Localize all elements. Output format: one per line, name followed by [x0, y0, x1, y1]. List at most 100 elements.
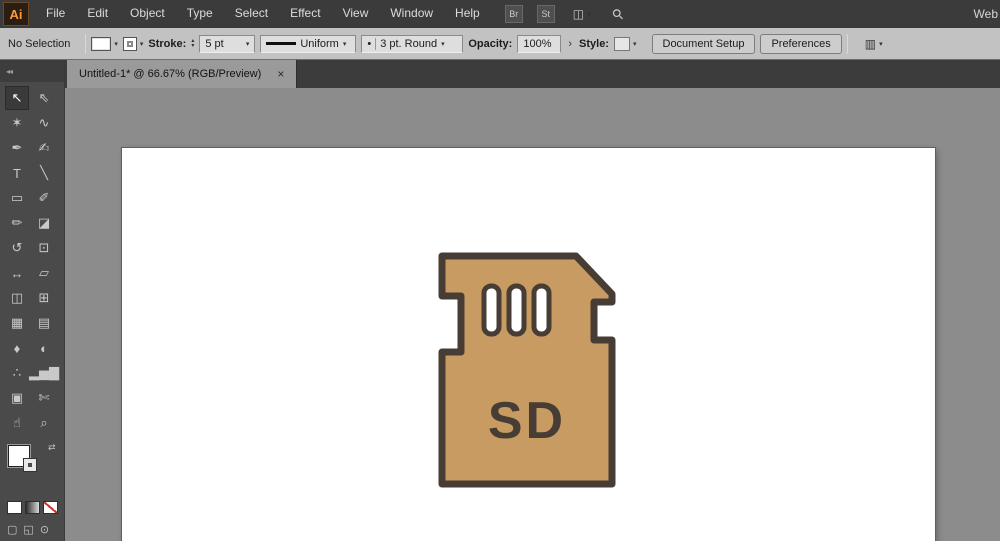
- blend-tool[interactable]: ◐: [29, 336, 59, 360]
- swap-colors-icon[interactable]: ⇄: [48, 442, 56, 453]
- type-tool[interactable]: T: [5, 161, 29, 185]
- document-tab[interactable]: Untitled-1* @ 66.67% (RGB/Preview) ×: [67, 60, 298, 88]
- menu-edit[interactable]: Edit: [76, 0, 119, 28]
- selection-tool[interactable]: ↖: [5, 86, 29, 110]
- workspace-switcher[interactable]: ◫ ▾: [573, 7, 591, 21]
- menu-help[interactable]: Help: [444, 0, 491, 28]
- stroke-weight-value: 5 pt: [205, 37, 224, 50]
- color-button[interactable]: [7, 501, 22, 514]
- direct-selection-tool[interactable]: ⇖: [29, 86, 59, 110]
- opacity-value: 100%: [523, 37, 552, 50]
- scale-tool-icon: ⊡: [38, 240, 50, 255]
- scale-tool[interactable]: ⊡: [29, 236, 59, 260]
- divider: [85, 33, 87, 54]
- hand-tool[interactable]: ☝: [5, 411, 29, 435]
- width-profile-dropdown[interactable]: Uniform ▾: [260, 34, 357, 53]
- style-dropdown[interactable]: ▾: [613, 36, 637, 51]
- rotate-tool[interactable]: ↺: [5, 236, 29, 260]
- menu-effect[interactable]: Effect: [279, 0, 331, 28]
- stroke-color-swatch[interactable]: [23, 458, 37, 472]
- mesh-tool-icon: ▦: [10, 315, 24, 330]
- slice-tool[interactable]: ✄: [29, 386, 59, 410]
- menu-window[interactable]: Window: [379, 0, 444, 28]
- stroke-color-dropdown[interactable]: ▾: [122, 36, 144, 51]
- opacity-label: Opacity:: [468, 37, 513, 50]
- sd-slot: [506, 283, 527, 337]
- app-logo[interactable]: Ai: [3, 2, 29, 26]
- gradient-button[interactable]: [25, 501, 40, 514]
- stepper-down-icon[interactable]: ▾: [191, 43, 194, 49]
- preferences-button[interactable]: Preferences: [760, 33, 842, 54]
- paintbrush-tool-icon: ✐: [38, 190, 50, 205]
- align-dropdown[interactable]: ▥ ▾: [865, 37, 883, 51]
- document-tab-title: Untitled-1* @ 66.67% (RGB/Preview): [79, 68, 262, 80]
- curvature-tool-icon: ✍: [38, 140, 50, 155]
- search-icon[interactable]: ⚲: [609, 4, 628, 23]
- stroke-weight-select[interactable]: 5 pt ▾: [199, 34, 256, 53]
- bridge-button[interactable]: Br: [504, 5, 523, 23]
- control-bar: No Selection ▾ ▾ Stroke: ▴ ▾ 5 pt ▾ Unif…: [0, 28, 1000, 60]
- sd-slot: [531, 283, 552, 337]
- chevron-down-icon: ▾: [139, 40, 144, 48]
- stroke-line-preview: [266, 42, 297, 45]
- tools-panel: ◂◂ ↖ ⇖ ✶ ∿ ✒ ✍ T ╲ ▭ ✐ ✏ ◪ ↺ ⊡ ↔ ▱ ◫ ⊞ ▦ ▤ ♦ ◐ ∴ ▂▅▇ ▣ ✄ ☝ ⌕ ⇄ ▢ ◱ …: [0, 60, 65, 541]
- artboard-tool-icon: ▣: [10, 390, 24, 405]
- draw-behind-button[interactable]: ◱: [23, 523, 33, 536]
- shape-builder-tool[interactable]: ◫: [5, 286, 29, 310]
- zoom-tool[interactable]: ⌕: [29, 411, 59, 435]
- perspective-grid-tool-icon: ⊞: [38, 290, 50, 305]
- paintbrush-tool[interactable]: ✐: [29, 186, 59, 210]
- document-setup-button[interactable]: Document Setup: [651, 33, 756, 54]
- rectangle-tool-icon: ▭: [10, 190, 24, 205]
- column-graph-tool[interactable]: ▂▅▇: [29, 361, 59, 385]
- line-segment-tool-icon: ╲: [40, 165, 48, 180]
- stroke-weight-stepper[interactable]: ▴ ▾: [191, 38, 194, 49]
- stock-button[interactable]: St: [536, 5, 555, 23]
- artboard-tool[interactable]: ▣: [5, 386, 29, 410]
- canvas[interactable]: SD: [65, 88, 1000, 541]
- draw-normal-button[interactable]: ▢: [7, 523, 17, 536]
- lasso-tool[interactable]: ∿: [29, 111, 59, 135]
- rectangle-tool[interactable]: ▭: [5, 186, 29, 210]
- menu-view[interactable]: View: [332, 0, 380, 28]
- magic-wand-tool[interactable]: ✶: [5, 111, 29, 135]
- close-tab-icon[interactable]: ×: [277, 67, 284, 81]
- none-button[interactable]: [43, 501, 58, 514]
- menu-object[interactable]: Object: [119, 0, 176, 28]
- type-tool-icon: T: [13, 165, 21, 181]
- pen-tool[interactable]: ✒: [5, 136, 29, 160]
- eraser-tool-icon: ◪: [37, 215, 51, 230]
- draw-inside-button[interactable]: ⊙: [40, 523, 49, 536]
- shape-builder-tool-icon: ◫: [10, 290, 24, 305]
- free-transform-tool[interactable]: ▱: [29, 261, 59, 285]
- toolbar-collapse[interactable]: ◂◂: [0, 60, 64, 82]
- perspective-grid-tool[interactable]: ⊞: [29, 286, 59, 310]
- style-label: Style:: [579, 37, 609, 50]
- sd-card-artwork[interactable]: SD: [435, 252, 619, 492]
- selection-tool-icon: ↖: [11, 90, 23, 105]
- symbol-sprayer-tool[interactable]: ∴: [5, 361, 29, 385]
- shaper-tool[interactable]: ✏: [5, 211, 29, 235]
- drawing-modes-row: ▢ ◱ ⊙: [7, 523, 64, 536]
- curvature-tool[interactable]: ✍: [29, 136, 59, 160]
- workspace-label[interactable]: Web: [974, 7, 998, 21]
- brush-dropdown[interactable]: • 3 pt. Round ▾: [361, 34, 464, 53]
- chevron-down-icon: ▾: [879, 40, 883, 48]
- fill-color-dropdown[interactable]: ▾: [91, 36, 118, 51]
- brush-dot-icon: •: [367, 37, 372, 50]
- menu-type[interactable]: Type: [176, 0, 224, 28]
- mesh-tool[interactable]: ▦: [5, 311, 29, 335]
- eraser-tool[interactable]: ◪: [29, 211, 59, 235]
- free-transform-tool-icon: ▱: [39, 265, 49, 280]
- illustrator-window: Ai File Edit Object Type Select Effect View Win…: [0, 0, 1000, 541]
- opacity-input[interactable]: 100%: [517, 34, 562, 53]
- line-segment-tool[interactable]: ╲: [29, 161, 59, 185]
- menu-file[interactable]: File: [35, 0, 76, 28]
- width-tool[interactable]: ↔: [5, 261, 29, 285]
- menu-select[interactable]: Select: [224, 0, 279, 28]
- chevron-right-icon[interactable]: ›: [566, 38, 574, 50]
- gradient-tool[interactable]: ▤: [29, 311, 59, 335]
- document-area: Untitled-1* @ 66.67% (RGB/Preview) × SD: [65, 60, 1000, 541]
- chevron-down-icon: ▾: [632, 40, 637, 48]
- eyedropper-tool[interactable]: ♦: [5, 336, 29, 360]
